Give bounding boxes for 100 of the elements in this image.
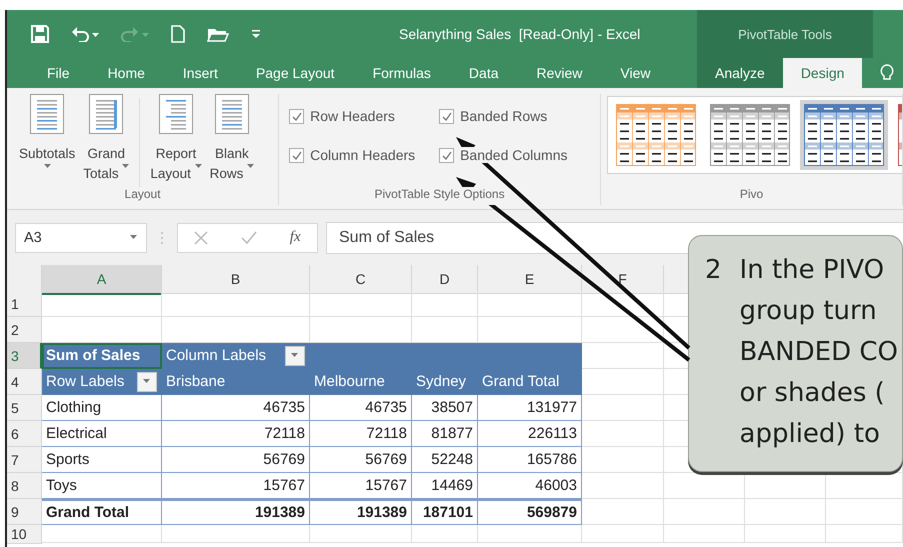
checkbox-option[interactable]: Column Headers (289, 147, 416, 163)
table-cell[interactable]: 72118 (310, 421, 412, 447)
grid-cell[interactable] (412, 525, 478, 543)
table-cell[interactable]: 56769 (310, 447, 412, 473)
column-header[interactable]: B (162, 265, 310, 294)
row-header[interactable]: 10 (7, 525, 42, 544)
insert-function-button[interactable]: fx (290, 229, 301, 246)
grid-cell[interactable] (826, 525, 903, 543)
table-cell[interactable]: 15767 (162, 473, 310, 499)
checkbox-option[interactable]: Row Headers (289, 108, 395, 124)
grid-cell[interactable] (162, 525, 310, 543)
pivot-header-cell[interactable]: Column Labels (162, 343, 310, 369)
table-cell[interactable]: 52248 (412, 447, 478, 473)
new-document-icon[interactable] (171, 25, 185, 43)
grid-cell[interactable] (582, 499, 664, 525)
table-cell[interactable]: Grand Total (478, 369, 582, 395)
table-cell[interactable]: 569879 (478, 499, 582, 525)
ribbon-tab[interactable]: File (29, 58, 88, 88)
ribbon-tab[interactable]: View (602, 58, 668, 88)
grid-cell[interactable] (664, 499, 745, 525)
checkbox[interactable] (439, 148, 454, 162)
filter-dropdown-button[interactable] (285, 346, 305, 366)
grid-cell[interactable] (582, 421, 664, 447)
row-header[interactable]: 5 (7, 395, 42, 421)
ribbon-tab[interactable]: Home (90, 58, 163, 88)
checkbox-option[interactable]: Banded Columns (439, 147, 568, 163)
grid-cell[interactable] (582, 317, 664, 343)
ribbon-tab[interactable]: Formulas (354, 58, 449, 88)
column-header[interactable]: C (310, 265, 412, 294)
checkbox[interactable] (289, 108, 304, 124)
table-cell[interactable]: 226113 (478, 421, 582, 447)
row-header[interactable]: 3 (7, 343, 42, 369)
checkbox[interactable] (439, 108, 454, 124)
ribbon-tab[interactable]: Insert (164, 58, 236, 88)
folder-icon[interactable] (207, 26, 229, 42)
table-cell[interactable]: Sydney (412, 369, 478, 395)
undo-icon[interactable] (71, 26, 99, 42)
table-cell[interactable]: 187101 (412, 499, 478, 525)
grid-cell[interactable] (582, 395, 664, 421)
grid-cell[interactable] (310, 525, 412, 543)
table-cell[interactable]: Melbourne (310, 369, 412, 395)
ribbon-tab[interactable]: Review (518, 58, 600, 88)
grid-cell[interactable] (745, 499, 826, 525)
grid-cell[interactable] (42, 525, 162, 543)
grid-cell[interactable] (582, 447, 664, 473)
table-cell[interactable]: Clothing (42, 395, 162, 421)
grid-cell[interactable] (478, 525, 582, 543)
lightbulb-icon[interactable] (880, 64, 894, 82)
table-cell[interactable]: 15767 (310, 473, 412, 499)
table-cell[interactable]: 14469 (412, 473, 478, 499)
grid-cell[interactable] (582, 343, 664, 369)
ribbon-tab[interactable]: Analyze (697, 58, 783, 88)
table-cell[interactable]: 191389 (162, 499, 310, 525)
grid-cell[interactable] (664, 525, 745, 543)
table-cell[interactable]: 46735 (310, 395, 412, 421)
row-header[interactable]: 4 (7, 369, 42, 395)
table-cell[interactable]: 81877 (412, 421, 478, 447)
ribbon-tab[interactable]: Page Layout (238, 58, 353, 88)
row-header[interactable]: 7 (7, 447, 42, 473)
name-box[interactable]: A3 (15, 222, 147, 252)
table-cell[interactable]: 46003 (478, 473, 582, 499)
column-header[interactable]: D (412, 265, 478, 294)
grid-cell[interactable] (412, 291, 478, 317)
grid-cell[interactable] (478, 291, 582, 317)
grid-cell[interactable] (310, 291, 412, 317)
table-cell[interactable]: Toys (42, 473, 162, 499)
table-cell[interactable]: 56769 (162, 447, 310, 473)
checkbox-option[interactable]: Banded Rows (439, 108, 548, 124)
enter-icon[interactable] (241, 230, 258, 244)
checkbox[interactable] (289, 148, 304, 162)
table-cell[interactable]: 165786 (478, 447, 582, 473)
table-cell[interactable]: 191389 (310, 499, 412, 525)
row-header[interactable]: 6 (7, 421, 42, 447)
ribbon-tab[interactable]: Data (450, 58, 516, 88)
table-cell[interactable]: Grand Total (42, 499, 162, 525)
customize-caret-icon[interactable] (251, 29, 261, 39)
grid-cell[interactable] (582, 369, 664, 395)
grid-cell[interactable] (582, 525, 664, 543)
grid-cell[interactable] (582, 291, 664, 317)
row-header[interactable]: 1 (7, 291, 42, 317)
table-cell[interactable]: 131977 (478, 395, 582, 421)
ribbon-tab[interactable]: Design (782, 58, 862, 88)
column-header[interactable]: A (42, 265, 162, 295)
table-cell[interactable]: 38507 (412, 395, 478, 421)
table-cell[interactable]: Sum of Sales (42, 343, 162, 369)
ribbon-button[interactable]: Grand Totals (79, 94, 134, 187)
grid-cell[interactable] (826, 499, 903, 525)
grid-cell[interactable] (162, 291, 310, 317)
row-header[interactable]: 9 (7, 499, 42, 525)
ribbon-button[interactable]: Report Layout (146, 94, 206, 187)
column-header[interactable]: E (478, 265, 582, 294)
row-header[interactable]: 2 (7, 317, 42, 343)
grid-cell[interactable] (42, 291, 162, 317)
table-cell[interactable]: 46735 (162, 395, 310, 421)
ribbon-button[interactable]: Blank Rows (206, 94, 258, 187)
filter-dropdown-button[interactable] (137, 372, 157, 392)
table-cell[interactable]: Sports (42, 447, 162, 473)
save-icon[interactable] (31, 25, 49, 43)
table-cell[interactable]: Electrical (42, 421, 162, 447)
ribbon-button[interactable]: Subtotals (15, 94, 80, 187)
